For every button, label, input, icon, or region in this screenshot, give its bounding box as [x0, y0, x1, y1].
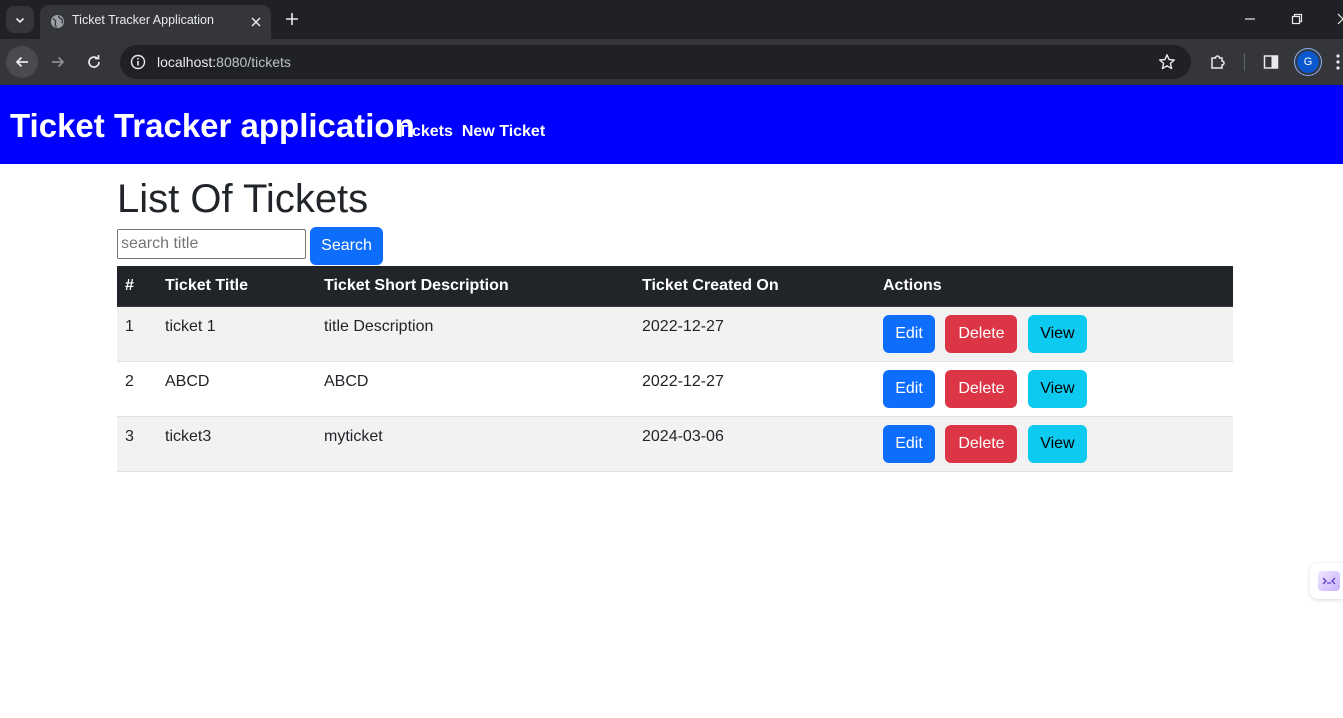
- cell-created-on: 2024-03-06: [634, 416, 875, 472]
- cell-number: 1: [117, 306, 157, 362]
- tickets-table: # Ticket Title Ticket Short Description …: [117, 266, 1233, 472]
- reload-button[interactable]: [78, 46, 110, 78]
- delete-button[interactable]: Delete: [945, 369, 1018, 408]
- extensions-button[interactable]: [1207, 51, 1229, 73]
- toolbar-divider: [1244, 53, 1245, 71]
- table-header-row: # Ticket Title Ticket Short Description …: [117, 266, 1233, 307]
- search-input[interactable]: [117, 229, 306, 259]
- site-info-button[interactable]: [128, 52, 148, 72]
- minimize-button[interactable]: [1240, 9, 1260, 29]
- browser-tab[interactable]: Ticket Tracker Application: [40, 5, 271, 39]
- chevron-down-icon: [15, 17, 25, 23]
- search-form: Search: [117, 227, 1233, 265]
- arrow-left-icon: [15, 56, 28, 68]
- cell-created-on: 2022-12-27: [634, 361, 875, 417]
- puzzle-icon: [1211, 55, 1225, 69]
- cell-description: myticket: [316, 416, 634, 472]
- nav-link-tickets[interactable]: Tickets: [398, 123, 453, 141]
- view-button[interactable]: View: [1027, 314, 1087, 353]
- main-content: List Of Tickets Search # Ticket Title Ti…: [117, 164, 1233, 472]
- tab-title: Ticket Tracker Application: [72, 13, 214, 27]
- plus-icon: [286, 13, 298, 25]
- url-text: localhost:8080/tickets: [157, 54, 291, 70]
- browser-menu-button[interactable]: [1333, 51, 1343, 73]
- table-row: 1 ticket 1 title Description 2022-12-27 …: [117, 306, 1233, 362]
- cell-number: 3: [117, 416, 157, 472]
- side-panel-button[interactable]: [1260, 51, 1282, 73]
- side-panel-icon: [1263, 55, 1279, 69]
- cell-title: ABCD: [157, 361, 316, 417]
- tab-close-button[interactable]: [246, 12, 266, 32]
- table-row: 3 ticket3 myticket 2024-03-06 Edit Delet…: [117, 416, 1233, 472]
- cell-number: 2: [117, 361, 157, 417]
- header-ticket-title: Ticket Title: [157, 266, 316, 307]
- page-title: List Of Tickets: [117, 177, 369, 221]
- browser-toolbar: localhost:8080/tickets G: [0, 39, 1343, 85]
- bookmark-button[interactable]: [1157, 52, 1177, 72]
- minimize-icon: [1245, 18, 1255, 20]
- edit-button[interactable]: Edit: [883, 369, 935, 408]
- cell-created-on: 2022-12-27: [634, 306, 875, 362]
- restore-button[interactable]: [1287, 9, 1307, 29]
- forward-button[interactable]: [42, 46, 74, 78]
- star-icon: [1159, 54, 1175, 70]
- browser-tab-strip: Ticket Tracker Application: [0, 0, 1343, 39]
- cell-title: ticket3: [157, 416, 316, 472]
- cell-actions: Edit Delete View: [875, 361, 1233, 417]
- app-navbar: Ticket Tracker application Tickets New T…: [0, 85, 1343, 164]
- menu-dots-icon: [1336, 54, 1340, 70]
- new-tab-button[interactable]: [282, 9, 302, 29]
- collapse-icon: [1318, 571, 1340, 591]
- navbar-links: Tickets New Ticket: [398, 123, 545, 141]
- cell-description: ABCD: [316, 361, 634, 417]
- profile-avatar[interactable]: G: [1297, 51, 1319, 73]
- header-actions: Actions: [875, 266, 1233, 307]
- navbar-brand[interactable]: Ticket Tracker application: [10, 107, 415, 145]
- header-created-on: Ticket Created On: [634, 266, 875, 307]
- url-host: localhost:: [157, 54, 217, 70]
- close-icon: [1337, 13, 1343, 25]
- close-icon: [251, 17, 261, 27]
- cell-actions: Edit Delete View: [875, 306, 1233, 362]
- close-window-button[interactable]: [1333, 9, 1343, 29]
- view-button[interactable]: View: [1027, 369, 1087, 408]
- floating-side-widget[interactable]: [1310, 563, 1343, 599]
- info-icon: [130, 54, 146, 70]
- edit-button[interactable]: Edit: [883, 424, 935, 463]
- cell-title: ticket 1: [157, 306, 316, 362]
- reload-icon: [88, 55, 100, 68]
- delete-button[interactable]: Delete: [945, 314, 1018, 353]
- address-bar[interactable]: localhost:8080/tickets: [120, 45, 1191, 79]
- header-number: #: [117, 266, 157, 307]
- arrow-right-icon: [52, 56, 65, 68]
- cell-actions: Edit Delete View: [875, 416, 1233, 472]
- delete-button[interactable]: Delete: [945, 424, 1018, 463]
- search-button[interactable]: Search: [310, 227, 383, 265]
- tab-search-button[interactable]: [6, 6, 34, 33]
- cell-description: title Description: [316, 306, 634, 362]
- url-path: 8080/tickets: [216, 54, 291, 70]
- back-button[interactable]: [6, 46, 38, 78]
- nav-link-new-ticket[interactable]: New Ticket: [462, 123, 545, 141]
- view-button[interactable]: View: [1027, 424, 1087, 463]
- edit-button[interactable]: Edit: [883, 314, 935, 353]
- globe-icon: [50, 14, 65, 29]
- header-short-description: Ticket Short Description: [316, 266, 634, 307]
- table-row: 2 ABCD ABCD 2022-12-27 Edit Delete View: [117, 361, 1233, 417]
- restore-icon: [1291, 13, 1303, 25]
